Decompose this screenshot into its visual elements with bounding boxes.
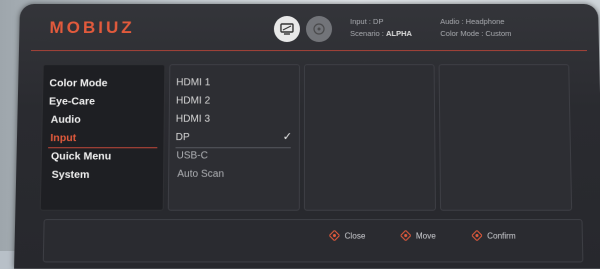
empty-panel-2 <box>439 64 573 211</box>
status-audio: Audio : Headphone <box>440 16 511 28</box>
status-color-mode: Color Mode : Custom <box>440 28 511 40</box>
confirm-button[interactable]: Confirm <box>472 228 516 242</box>
input-option-hdmi-1[interactable]: HDMI 1 <box>176 77 210 88</box>
empty-panel-1 <box>304 64 436 211</box>
display-settings-icon[interactable] <box>274 16 300 42</box>
header-divider <box>31 50 587 51</box>
active-menu-underline <box>48 147 157 148</box>
joystick-move-icon <box>401 230 411 240</box>
menu-item-input[interactable]: Input <box>50 132 76 144</box>
menu-item-color-mode[interactable]: Color Mode <box>49 77 107 89</box>
close-button[interactable]: Close <box>329 228 365 242</box>
input-option-usb-c[interactable]: USB-C <box>176 150 208 161</box>
brand-logo: MOBIUZ <box>49 18 135 38</box>
move-button[interactable]: Move <box>401 228 436 242</box>
osd-window: MOBIUZ Input : DP Scenario : ALPHA Audio… <box>14 4 600 269</box>
input-option-dp[interactable]: DP <box>176 132 190 143</box>
selected-check-icon: ✓ <box>283 130 292 143</box>
selected-option-underline <box>176 147 291 148</box>
status-scenario-label: Scenario : <box>350 29 384 38</box>
footer-bar: Close Move Confirm <box>43 219 584 262</box>
close-label: Close <box>345 231 366 240</box>
osd-header: MOBIUZ Input : DP Scenario : ALPHA Audio… <box>19 4 599 50</box>
input-option-hdmi-2[interactable]: HDMI 2 <box>176 95 210 106</box>
status-input: Input : DP <box>350 16 412 28</box>
main-menu-panel: Color Mode Eye-Care Audio Input Quick Me… <box>40 64 166 211</box>
input-option-hdmi-3[interactable]: HDMI 3 <box>176 114 210 125</box>
joystick-close-icon <box>329 230 339 240</box>
status-audio-color: Audio : Headphone Color Mode : Custom <box>440 16 511 40</box>
menu-item-audio[interactable]: Audio <box>51 114 81 126</box>
menu-item-quick-menu[interactable]: Quick Menu <box>51 150 111 162</box>
confirm-label: Confirm <box>487 231 516 240</box>
move-label: Move <box>416 231 436 240</box>
menu-item-system[interactable]: System <box>52 169 90 181</box>
status-input-scenario: Input : DP Scenario : ALPHA <box>350 16 412 40</box>
status-scenario-value: ALPHA <box>386 29 412 38</box>
input-option-auto-scan[interactable]: Auto Scan <box>177 169 224 180</box>
status-scenario: Scenario : ALPHA <box>350 28 412 40</box>
game-mode-icon[interactable] <box>306 16 332 42</box>
joystick-confirm-icon <box>472 230 482 240</box>
input-submenu-panel: HDMI 1 HDMI 2 HDMI 3 DP ✓ USB-C Auto Sca… <box>168 64 300 211</box>
menu-item-eye-care[interactable]: Eye-Care <box>49 95 95 107</box>
